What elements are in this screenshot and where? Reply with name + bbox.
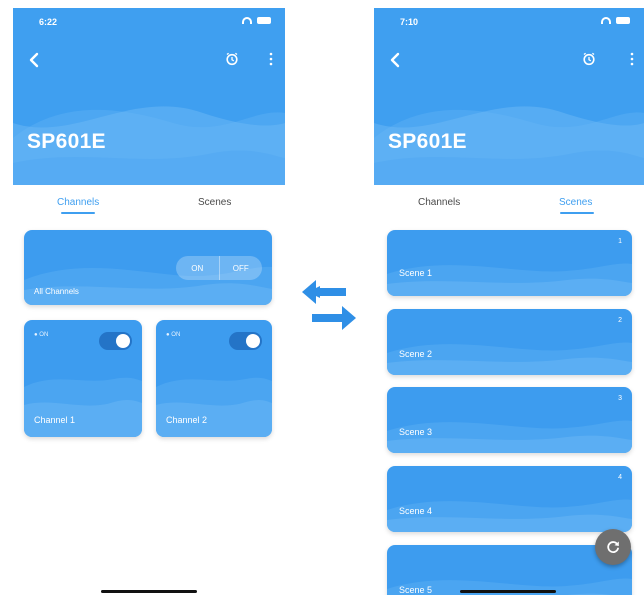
all-channels-label: All Channels xyxy=(34,287,79,296)
tab-bar: Channels Scenes xyxy=(13,185,285,221)
scene-2-number: 2 xyxy=(618,317,622,324)
scene-3-number: 3 xyxy=(618,395,622,402)
channel-1-toggle[interactable] xyxy=(99,332,132,350)
scene-1-label: Scene 1 xyxy=(399,268,433,278)
home-indicator xyxy=(460,590,556,593)
channel-card-2[interactable]: ● ON Channel 2 xyxy=(156,320,272,437)
tab-bar: Channels Scenes xyxy=(374,185,644,221)
scene-2-label: Scene 2 xyxy=(399,349,433,359)
tab-active-indicator xyxy=(560,212,594,214)
header-waves-decoration xyxy=(374,106,644,185)
home-indicator xyxy=(101,590,197,593)
toggle-knob xyxy=(246,334,260,348)
wifi-icon xyxy=(242,17,252,24)
device-header: 7:10 SP601E xyxy=(374,8,644,185)
battery-icon xyxy=(257,17,271,24)
status-time: 6:22 xyxy=(39,17,58,27)
channel-1-label: Channel 1 xyxy=(34,415,76,425)
device-title: SP601E xyxy=(27,130,106,153)
device-title: SP601E xyxy=(388,130,467,153)
scene-card-3[interactable]: 3 Scene 3 xyxy=(387,387,632,453)
tab-scenes[interactable]: Scenes xyxy=(198,197,231,208)
tab-channels[interactable]: Channels xyxy=(57,197,99,208)
status-icons xyxy=(601,17,630,24)
channel-2-toggle[interactable] xyxy=(229,332,262,350)
scene-card-1[interactable]: 1 Scene 1 xyxy=(387,230,632,296)
alarm-clock-icon[interactable] xyxy=(225,52,239,66)
status-icons xyxy=(242,17,271,24)
channel-2-label: Channel 2 xyxy=(166,415,208,425)
right-screen: 7:10 SP601E Channels Scenes 1 Scene 1 2 … xyxy=(374,8,644,595)
refresh-button[interactable] xyxy=(595,529,631,565)
device-header: 6:22 SP601E xyxy=(13,8,285,185)
more-vertical-icon[interactable] xyxy=(628,52,636,66)
back-icon[interactable] xyxy=(27,51,41,69)
all-off-button[interactable]: OFF xyxy=(220,256,263,280)
card-waves-decoration xyxy=(24,377,142,437)
all-channels-card[interactable]: ON OFF All Channels xyxy=(24,230,272,305)
tab-active-indicator xyxy=(61,212,95,214)
header-waves-decoration xyxy=(13,106,285,185)
scene-1-number: 1 xyxy=(618,238,622,245)
scene-card-4[interactable]: 4 Scene 4 xyxy=(387,466,632,532)
battery-icon xyxy=(616,17,630,24)
wifi-icon xyxy=(601,17,611,24)
scene-4-number: 4 xyxy=(618,474,622,481)
left-screen: 6:22 SP601E Channels Scenes ON OFF All C… xyxy=(13,8,285,595)
alarm-clock-icon[interactable] xyxy=(582,52,596,66)
all-channels-segmented-control: ON OFF xyxy=(176,256,262,280)
status-time: 7:10 xyxy=(400,17,419,27)
card-waves-decoration xyxy=(156,377,272,437)
channel-card-1[interactable]: ● ON Channel 1 xyxy=(24,320,142,437)
tab-channels[interactable]: Channels xyxy=(418,197,460,208)
channel-1-state: ● ON xyxy=(34,332,49,338)
scene-card-2[interactable]: 2 Scene 2 xyxy=(387,309,632,375)
toggle-knob xyxy=(116,334,130,348)
all-on-button[interactable]: ON xyxy=(176,256,220,280)
scene-5-label: Scene 5 xyxy=(399,585,433,595)
scene-4-label: Scene 4 xyxy=(399,506,433,516)
more-vertical-icon[interactable] xyxy=(267,52,275,66)
back-icon[interactable] xyxy=(388,51,402,69)
swap-arrows-icon xyxy=(302,280,356,330)
scene-3-label: Scene 3 xyxy=(399,427,433,437)
channel-2-state: ● ON xyxy=(166,332,181,338)
refresh-icon xyxy=(607,541,619,553)
tab-scenes[interactable]: Scenes xyxy=(559,197,592,208)
